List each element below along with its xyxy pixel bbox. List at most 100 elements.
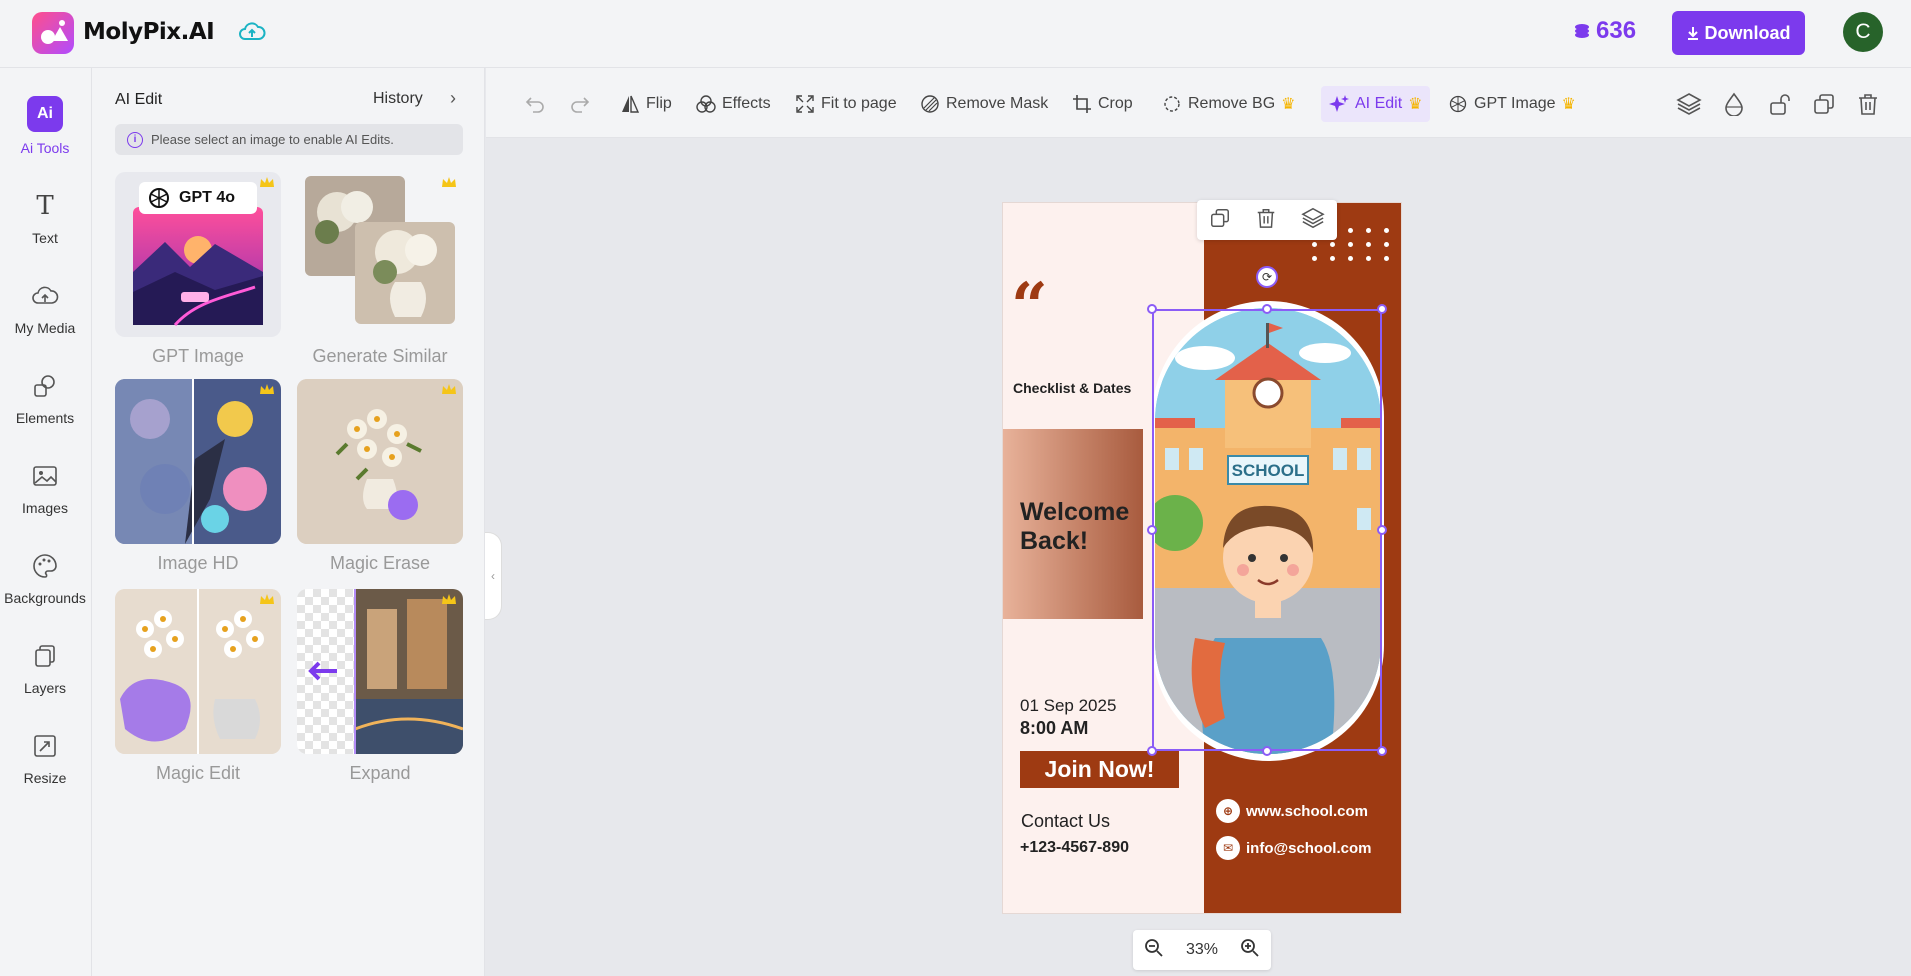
rail-item-my-media[interactable]: My Media <box>0 280 90 336</box>
tool-expand[interactable]: Expand <box>297 589 463 784</box>
resize-handle[interactable] <box>1262 746 1272 756</box>
info-icon: i <box>127 131 143 148</box>
zoom-level: 33% <box>1185 941 1218 958</box>
zoom-control: 33% <box>1133 930 1271 970</box>
resize-handle[interactable] <box>1377 525 1387 535</box>
app-logo-icon[interactable] <box>32 12 74 54</box>
magic-edit-thumbnail <box>115 589 281 754</box>
ai-tools-icon: Ai <box>27 96 63 132</box>
delete-button[interactable] <box>1856 92 1880 116</box>
delete-element-button[interactable] <box>1255 207 1277 234</box>
tool-magic-edit[interactable]: Magic Edit <box>115 589 281 784</box>
gpt-badge: GPT 4o <box>179 189 236 206</box>
resize-handle[interactable] <box>1377 746 1387 756</box>
event-time[interactable]: 8:00 AM <box>1020 718 1088 739</box>
layers-stack-icon <box>1301 207 1325 228</box>
rotate-handle-icon[interactable]: ⟳ <box>1256 266 1278 288</box>
chevron-right-icon[interactable]: › <box>450 88 456 109</box>
crown-icon <box>442 384 456 394</box>
avatar[interactable]: C <box>1843 12 1883 52</box>
tool-image-hd[interactable]: Image HD <box>115 379 281 574</box>
zoom-out-button[interactable] <box>1144 938 1164 963</box>
crown-icon <box>442 594 456 604</box>
duplicate-element-button[interactable] <box>1209 207 1231 234</box>
unlock-icon <box>1770 94 1790 115</box>
openai-icon <box>1449 95 1467 113</box>
event-date[interactable]: 01 Sep 2025 <box>1020 696 1116 716</box>
resize-handle[interactable] <box>1262 304 1272 314</box>
join-now-block[interactable]: Join Now! <box>1020 751 1179 788</box>
effects-label: Effects <box>722 95 771 112</box>
tool-gpt-image[interactable]: GPT 4o GPT Image <box>115 172 281 367</box>
rail-item-images[interactable]: Images <box>0 460 90 516</box>
resize-handle[interactable] <box>1147 525 1157 535</box>
email-value: info@school.com <box>1246 839 1372 857</box>
welcome-heading[interactable]: Welcome Back! <box>1020 498 1129 556</box>
rail-item-resize[interactable]: Resize <box>0 730 90 786</box>
checklist-text[interactable]: Checklist & Dates <box>1013 380 1131 396</box>
crown-icon <box>260 177 274 187</box>
tool-label: Magic Erase <box>329 553 431 573</box>
zoom-in-button[interactable] <box>1240 938 1260 963</box>
rail-label: My Media <box>14 320 76 336</box>
rail-label: Ai Tools <box>20 140 70 156</box>
resize-handle[interactable] <box>1147 746 1157 756</box>
crown-icon: ♛ <box>1561 96 1576 113</box>
download-button[interactable]: Download <box>1672 11 1805 55</box>
layers-toolbar-button[interactable] <box>1676 92 1702 116</box>
rail-item-elements[interactable]: Elements <box>0 370 90 426</box>
resize-handle[interactable] <box>1377 304 1387 314</box>
tool-magic-erase[interactable]: Magic Erase <box>297 379 463 574</box>
rail-item-backgrounds[interactable]: Backgrounds <box>0 550 90 606</box>
zoom-in-icon <box>1241 938 1259 957</box>
crown-icon: ♛ <box>1281 96 1296 113</box>
chevron-left-icon: ‹ <box>491 569 495 583</box>
rail-item-layers[interactable]: Layers <box>0 640 90 696</box>
history-link[interactable]: History <box>373 90 423 108</box>
crop-label: Crop <box>1098 95 1133 112</box>
selection-box[interactable] <box>1152 309 1382 751</box>
gpt-image-button[interactable]: GPT Image ♛ <box>1448 92 1576 116</box>
app-name: MolyPix.AI <box>83 19 215 45</box>
crown-icon <box>260 384 274 394</box>
credits-value: 636 <box>1596 17 1637 44</box>
undo-button[interactable] <box>524 92 546 116</box>
opacity-drop-icon <box>1725 92 1743 116</box>
ai-edit-button[interactable]: AI Edit ♛ <box>1321 86 1431 122</box>
redo-icon <box>571 97 590 113</box>
remove-bg-button[interactable]: Remove BG ♛ <box>1162 92 1295 116</box>
remove-mask-button[interactable]: Remove Mask <box>920 92 1048 116</box>
crown-icon <box>442 177 456 187</box>
email-text[interactable]: ✉ info@school.com <box>1216 836 1371 860</box>
layer-element-button[interactable] <box>1301 206 1325 235</box>
contact-heading[interactable]: Contact Us <box>1021 811 1110 832</box>
website-text[interactable]: ⊕ www.school.com <box>1216 799 1368 823</box>
rail-item-text[interactable]: T Text <box>0 190 90 246</box>
palette-icon <box>29 550 61 582</box>
fit-to-page-button[interactable]: Fit to page <box>795 92 897 116</box>
coins-icon <box>1575 24 1589 38</box>
lock-button[interactable] <box>1768 92 1792 116</box>
opacity-button[interactable] <box>1723 92 1745 116</box>
crop-button[interactable]: Crop <box>1072 92 1133 116</box>
zoom-out-icon <box>1145 938 1163 957</box>
fit-to-page-label: Fit to page <box>821 95 897 112</box>
tool-generate-similar[interactable]: Generate Similar <box>297 172 463 367</box>
redo-button[interactable] <box>569 92 591 116</box>
rail-item-ai-tools[interactable]: Ai Ai Tools <box>0 96 90 156</box>
credits-counter[interactable]: 636 <box>1574 17 1636 45</box>
phone-number[interactable]: +123-4567-890 <box>1020 839 1129 857</box>
top-bar: MolyPix.AI 636 Download C <box>0 0 1911 68</box>
duplicate-button[interactable] <box>1812 92 1836 116</box>
flip-button[interactable]: Flip <box>620 92 672 116</box>
editor-toolbar: Flip Effects Fit to page Remove Mask Cro… <box>486 68 1911 138</box>
notice-text: Please select an image to enable AI Edit… <box>151 132 394 147</box>
remove-bg-icon <box>1164 96 1180 112</box>
cloud-sync-icon[interactable] <box>238 20 266 49</box>
remove-mask-icon <box>921 95 939 113</box>
resize-handle[interactable] <box>1147 304 1157 314</box>
effects-button[interactable]: Effects <box>696 92 771 116</box>
remove-bg-label: Remove BG <box>1188 95 1276 112</box>
panel-collapse-handle[interactable]: ‹ <box>485 532 502 620</box>
rail-label: Resize <box>23 770 67 786</box>
